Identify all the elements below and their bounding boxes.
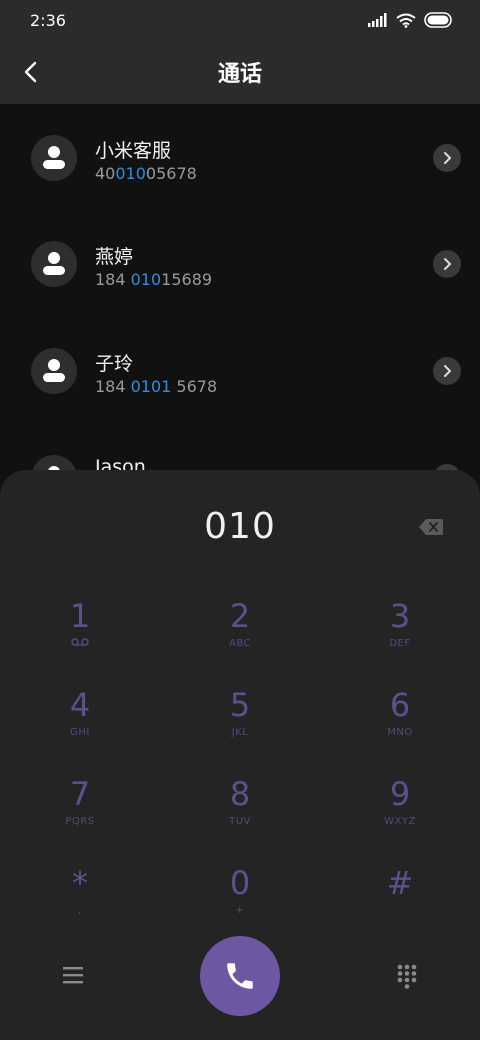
number-match: 0101 <box>130 377 172 396</box>
key-6[interactable]: 6 MNO <box>340 687 460 767</box>
key-7[interactable]: 7 PQRS <box>20 776 140 856</box>
number-match: 010 <box>130 270 162 289</box>
dial-input[interactable]: 010 <box>0 506 480 547</box>
person-icon <box>43 252 65 275</box>
contact-detail-button[interactable] <box>433 144 461 172</box>
contact-detail-button[interactable] <box>433 357 461 385</box>
key-letters: + <box>235 905 245 916</box>
dialer-actions <box>0 936 480 1016</box>
contact-item[interactable]: Jason <box>0 424 480 474</box>
number-match: 010 <box>115 164 146 183</box>
key-letters: GHI <box>70 727 90 738</box>
contact-list: 小米客服 4001005678 燕婷 184 01015689 子玲 184 0… <box>0 104 480 474</box>
voicemail-icon <box>71 638 89 646</box>
battery-icon <box>424 12 452 28</box>
key-digit: # <box>386 864 414 902</box>
key-8[interactable]: 8 TUV <box>180 776 300 856</box>
header: 通话 <box>0 40 480 104</box>
key-digit: 2 <box>229 597 251 635</box>
key-digit: 6 <box>389 686 411 724</box>
key-letters <box>20 638 140 649</box>
key-digit: * <box>72 864 88 902</box>
phone-icon <box>227 963 253 989</box>
contact-item[interactable]: 子玲 184 0101 5678 <box>0 317 480 423</box>
contact-item[interactable]: 小米客服 4001005678 <box>0 104 480 210</box>
key-star[interactable]: * , <box>20 865 140 945</box>
key-digit: 3 <box>389 597 411 635</box>
key-digit: 5 <box>229 686 251 724</box>
key-4[interactable]: 4 GHI <box>20 687 140 767</box>
contact-number: 184 0101 5678 <box>95 377 218 396</box>
key-letters: , <box>78 905 82 916</box>
key-5[interactable]: 5 JKL <box>180 687 300 767</box>
chevron-right-icon <box>444 152 451 164</box>
menu-icon <box>63 967 83 984</box>
backspace-icon <box>419 519 443 535</box>
status-icons <box>368 12 454 28</box>
key-letters: DEF <box>389 638 411 649</box>
key-letters: TUV <box>229 816 251 827</box>
contact-name: 小米客服 <box>95 140 172 162</box>
key-letters: MNO <box>387 727 413 738</box>
key-hash[interactable]: # <box>340 865 460 945</box>
signal-icon <box>368 13 387 27</box>
contact-number: 4001005678 <box>95 164 197 183</box>
key-2[interactable]: 2 ABC <box>180 598 300 678</box>
key-3[interactable]: 3 DEF <box>340 598 460 678</box>
chevron-right-icon <box>444 258 451 270</box>
person-icon <box>43 359 65 382</box>
contact-name: 子玲 <box>95 353 134 375</box>
avatar <box>31 241 77 287</box>
key-digit: 8 <box>229 775 251 813</box>
key-letters: JKL <box>231 727 249 738</box>
dialpad-icon <box>397 964 417 989</box>
status-time: 2:36 <box>30 11 66 30</box>
key-9[interactable]: 9 WXYZ <box>340 776 460 856</box>
contact-name: 燕婷 <box>95 246 134 268</box>
key-1[interactable]: 1 <box>20 598 140 678</box>
key-0[interactable]: 0 + <box>180 865 300 945</box>
call-button[interactable] <box>200 936 280 1016</box>
page-title: 通话 <box>217 62 262 87</box>
avatar <box>31 135 77 181</box>
key-letters: WXYZ <box>384 816 416 827</box>
key-letters: PQRS <box>65 816 95 827</box>
key-letters: ABC <box>228 638 251 649</box>
person-icon <box>43 146 65 169</box>
wifi-icon <box>396 13 416 28</box>
chevron-right-icon <box>444 365 451 377</box>
contact-item[interactable]: 燕婷 184 01015689 <box>0 210 480 316</box>
key-digit: 0 <box>229 864 251 902</box>
keypad-toggle-button[interactable] <box>396 964 418 990</box>
contact-detail-button[interactable] <box>433 250 461 278</box>
contact-number: 184 01015689 <box>95 270 213 289</box>
key-digit: 1 <box>69 597 91 635</box>
menu-button[interactable] <box>60 964 86 986</box>
status-bar: 2:36 <box>0 0 480 40</box>
avatar <box>31 348 77 394</box>
backspace-button[interactable] <box>418 518 444 536</box>
key-digit: 9 <box>389 775 411 813</box>
key-digit: 4 <box>69 686 91 724</box>
key-digit: 7 <box>69 775 91 813</box>
